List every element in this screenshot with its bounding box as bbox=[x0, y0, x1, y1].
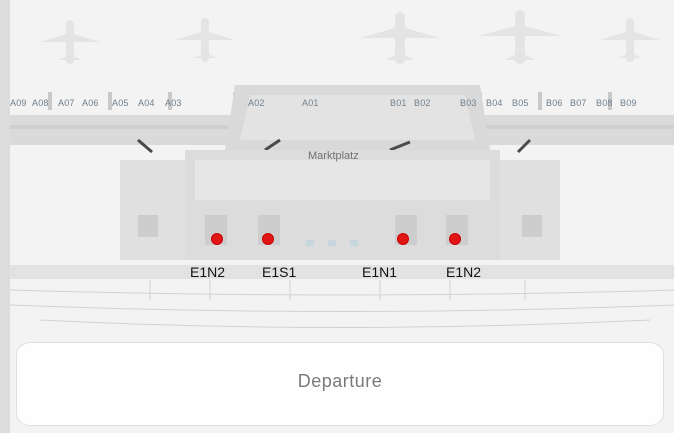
gate-label-b08: B08 bbox=[596, 98, 613, 108]
aircraft-icons bbox=[40, 10, 660, 64]
marker-label-e1n2-left: E1N2 bbox=[190, 264, 226, 280]
gate-label-b03: B03 bbox=[460, 98, 477, 108]
location-marker-e1n2-right[interactable] bbox=[450, 234, 460, 244]
gate-label-b02: B02 bbox=[414, 98, 431, 108]
location-marker-e1n2-left[interactable] bbox=[212, 234, 222, 244]
gate-label-b01: B01 bbox=[390, 98, 407, 108]
gate-label-b05: B05 bbox=[512, 98, 529, 108]
gate-label-a07: A07 bbox=[58, 98, 75, 108]
marker-label-e1n1: E1N1 bbox=[362, 264, 398, 280]
location-marker-e1n1[interactable] bbox=[398, 234, 408, 244]
departure-label: Departure bbox=[297, 371, 383, 391]
gate-label-a01: A01 bbox=[302, 98, 319, 108]
gate-label-b09: B09 bbox=[620, 98, 637, 108]
gate-label-a05: A05 bbox=[112, 98, 129, 108]
gate-label-a08: A08 bbox=[32, 98, 49, 108]
marker-label-e1s1: E1S1 bbox=[262, 264, 297, 280]
gate-label-a06: A06 bbox=[82, 98, 99, 108]
gate-label-b06: B06 bbox=[546, 98, 563, 108]
marktplatz-label: Marktplatz bbox=[308, 150, 359, 162]
gate-label-b07: B07 bbox=[570, 98, 587, 108]
gate-label-a02: A02 bbox=[248, 98, 265, 108]
departure-panel[interactable]: Departure bbox=[16, 342, 664, 426]
left-edge-bar bbox=[0, 0, 10, 433]
gate-label-a09: A09 bbox=[10, 98, 27, 108]
gate-label-b04: B04 bbox=[486, 98, 503, 108]
map-frame: A09 A08 A07 A06 A05 A04 A03 A02 A01 B01 … bbox=[0, 0, 674, 433]
gate-label-a04: A04 bbox=[138, 98, 155, 108]
marker-label-e1n2-right: E1N2 bbox=[446, 264, 482, 280]
gate-label-a03: A03 bbox=[165, 98, 182, 108]
location-marker-e1s1[interactable] bbox=[263, 234, 273, 244]
